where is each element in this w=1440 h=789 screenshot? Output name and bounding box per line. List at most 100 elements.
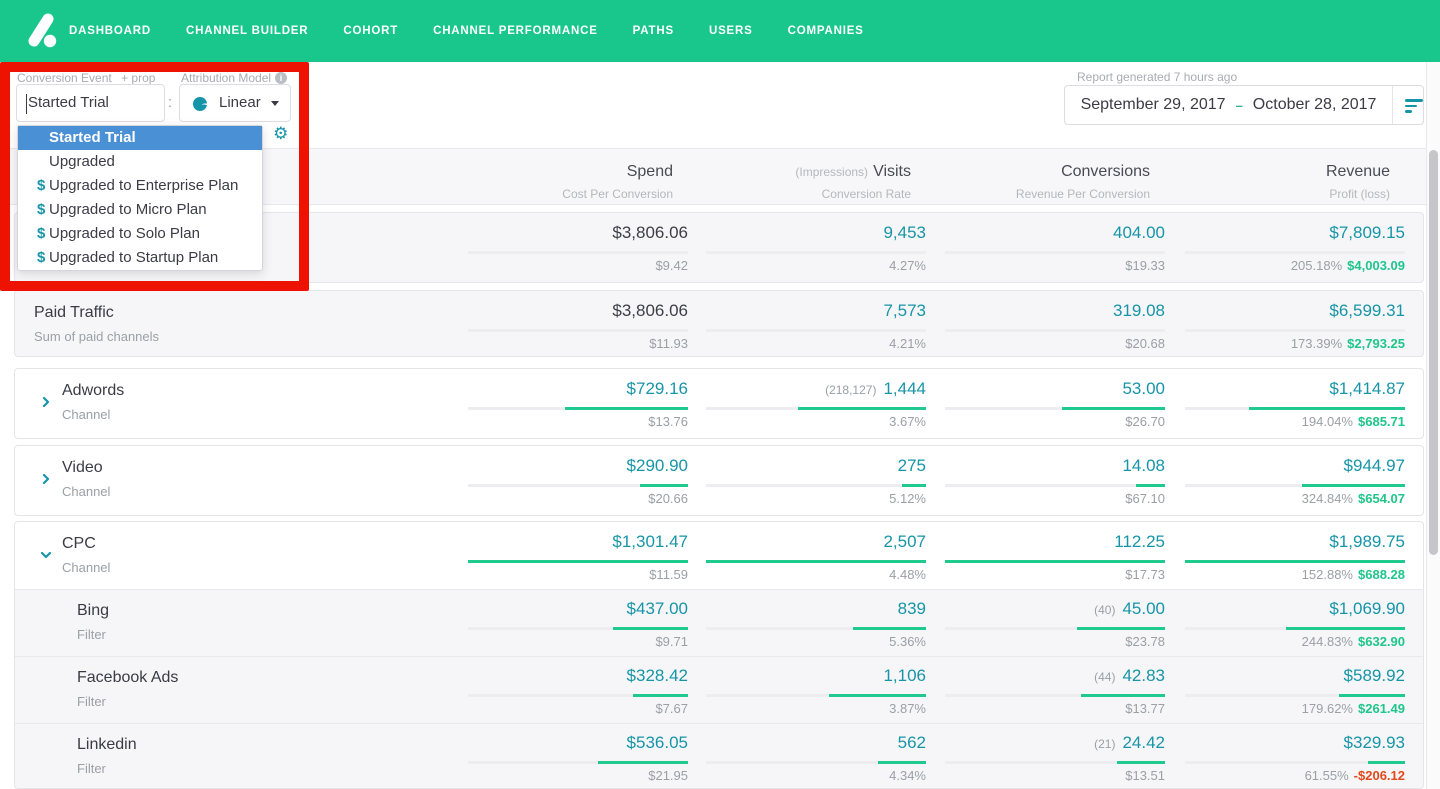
row-title: Facebook Ads — [77, 669, 179, 686]
spend-value: $729.16 — [626, 379, 688, 398]
visits-subvalue: 5.36% — [889, 634, 926, 649]
revenue-bar — [1185, 560, 1405, 563]
visits-value: (218,127) 1,444 — [825, 379, 926, 398]
column-header-spend[interactable]: Spend Cost Per Conversion — [453, 163, 673, 201]
pie-chart-icon — [193, 97, 207, 111]
visits-subvalue: 4.34% — [889, 768, 926, 783]
attribution-logo[interactable] — [22, 12, 60, 50]
conversions-bar — [945, 627, 1165, 630]
dropdown-item[interactable]: $ Upgraded to Micro Plan — [18, 198, 262, 222]
spend-cell: $3,806.06 $9.42 — [468, 213, 688, 282]
chevron-right-icon[interactable] — [39, 395, 53, 409]
scrollbar-thumb[interactable] — [1429, 150, 1438, 555]
dropdown-item[interactable]: $ Upgraded to Enterprise Plan — [18, 174, 262, 198]
nav-item-users[interactable]: USERS — [709, 25, 753, 37]
spend-value: $328.42 — [626, 666, 688, 685]
visits-value: 2,507 — [883, 532, 926, 551]
attribution-model-label: Attribution Model i — [181, 71, 288, 85]
profit-value: -$206.12 — [1353, 768, 1405, 783]
settings-gear-icon[interactable]: ⚙ — [273, 124, 288, 144]
spend-bar-fill — [597, 761, 688, 764]
revenue-cell: $1,414.87 194.04% $685.71 — [1185, 369, 1405, 438]
conversions-bar-fill — [1061, 407, 1165, 410]
table-row-facebook-ads: Facebook Ads Filter $328.42 $7.67 1,106 3.87%… — [15, 656, 1423, 723]
table-row-cpc[interactable]: CPC Channel $1,301.47 $11.59 2,507 4.48% 112.2… — [15, 522, 1423, 589]
dropdown-item-label: Upgraded to Solo Plan — [49, 225, 200, 242]
visits-bar-fill — [706, 560, 926, 563]
spend-bar-fill — [639, 484, 688, 487]
add-prop-link[interactable]: + prop — [121, 71, 155, 85]
conversions-cell: (21) 24.42 $13.51 — [945, 723, 1165, 788]
spend-value: $3,806.06 — [612, 223, 688, 242]
conversions-cell: 319.08 $20.68 — [945, 291, 1165, 356]
nav-item-paths[interactable]: PATHS — [633, 25, 674, 37]
conversions-subvalue: $13.77 — [1125, 701, 1165, 716]
spend-bar — [468, 251, 688, 254]
spend-bar-fill — [633, 694, 688, 697]
conversions-bar — [945, 484, 1165, 487]
table-card: Paid Traffic Sum of paid channels $3,806.0… — [14, 290, 1424, 357]
profit-value: $688.28 — [1358, 567, 1405, 582]
visits-cell: 1,106 3.87% — [706, 656, 926, 723]
column-header-revenue[interactable]: Revenue Profit (loss) — [1170, 163, 1390, 201]
caret-down-icon — [271, 101, 279, 106]
profit-value: $261.49 — [1358, 701, 1405, 716]
conversions-value: 53.00 — [1122, 379, 1165, 398]
spend-subvalue: $11.59 — [649, 567, 688, 582]
dollar-icon: $ — [37, 249, 46, 266]
nav-item-channel-performance[interactable]: CHANNEL PERFORMANCE — [433, 25, 598, 37]
spend-cell: $328.42 $7.67 — [468, 656, 688, 723]
chevron-down-icon[interactable] — [39, 548, 53, 562]
spend-subvalue: $13.76 — [648, 414, 688, 429]
row-subtitle: Filter — [77, 761, 106, 776]
dropdown-item[interactable]: $ Upgraded to Solo Plan — [18, 222, 262, 246]
nav-item-dashboard[interactable]: DASHBOARD — [69, 25, 151, 37]
profit-value: $632.90 — [1358, 634, 1405, 649]
dropdown-item[interactable]: Upgraded — [18, 150, 262, 174]
date-range-picker[interactable]: September 29, 2017 – October 28, 2017 — [1064, 85, 1424, 125]
revenue-subvalue: 324.84% $654.07 — [1301, 491, 1405, 506]
date-box-divider — [1392, 86, 1393, 124]
info-icon[interactable]: i — [275, 72, 288, 84]
revenue-bar-fill — [1185, 560, 1405, 563]
row-title: Linkedin — [77, 736, 137, 753]
conversions-value: 14.08 — [1122, 456, 1165, 475]
table-row-paid-traffic: Paid Traffic Sum of paid channels $3,806.0… — [15, 291, 1423, 356]
attribution-model-select[interactable]: Linear — [179, 84, 291, 122]
filter-separator: : — [168, 94, 173, 111]
profit-value: $654.07 — [1358, 491, 1405, 506]
revenue-cell: $6,599.31 173.39% $2,793.25 — [1185, 291, 1405, 356]
visits-bar-fill — [901, 484, 926, 487]
visits-bar — [706, 627, 926, 630]
report-options-icon[interactable] — [1405, 99, 1425, 116]
spend-bar — [468, 627, 688, 630]
revenue-bar — [1185, 484, 1405, 487]
revenue-bar-fill — [1367, 761, 1405, 764]
profit-value: $2,793.25 — [1347, 336, 1405, 351]
visits-value: 9,453 — [883, 223, 926, 242]
revenue-bar — [1185, 627, 1405, 630]
row-title: Bing — [77, 602, 110, 619]
conversion-event-input[interactable]: Started Trial — [16, 84, 165, 122]
table-row-adwords[interactable]: Adwords Channel $729.16 $13.76 (218,127) 1,44… — [15, 369, 1423, 438]
revenue-cell: $944.97 324.84% $654.07 — [1185, 446, 1405, 515]
revenue-cell: $1,069.90 244.83% $632.90 — [1185, 589, 1405, 656]
table-card: CPC Channel $1,301.47 $11.59 2,507 4.48% 112.2… — [14, 521, 1424, 789]
visits-bar — [706, 694, 926, 697]
conversion-event-value: Started Trial — [28, 94, 109, 111]
report-generated-label: Report generated 7 hours ago — [1077, 70, 1238, 84]
nav-item-companies[interactable]: COMPANIES — [788, 25, 864, 37]
spend-subvalue: $21.95 — [648, 768, 688, 783]
column-header-conversions[interactable]: Conversions Revenue Per Conversion — [930, 163, 1150, 201]
dropdown-item[interactable]: Started Trial — [18, 126, 262, 150]
nav-item-channel-builder[interactable]: CHANNEL BUILDER — [186, 25, 308, 37]
chevron-right-icon[interactable] — [39, 472, 53, 486]
table-row-video[interactable]: Video Channel $290.90 $20.66 275 5.12% 14.08 $6… — [15, 446, 1423, 515]
conversion-event-label: Conversion Event + prop — [17, 71, 155, 85]
conversions-subvalue: $13.51 — [1125, 768, 1165, 783]
column-header-visits[interactable]: (Impressions) Visits Conversion Rate — [691, 163, 911, 201]
revenue-cell: $589.92 179.62% $261.49 — [1185, 656, 1405, 723]
dropdown-item[interactable]: $ Upgraded to Startup Plan — [18, 246, 262, 270]
attribution-model-value: Linear — [219, 94, 261, 111]
nav-item-cohort[interactable]: COHORT — [343, 25, 398, 37]
